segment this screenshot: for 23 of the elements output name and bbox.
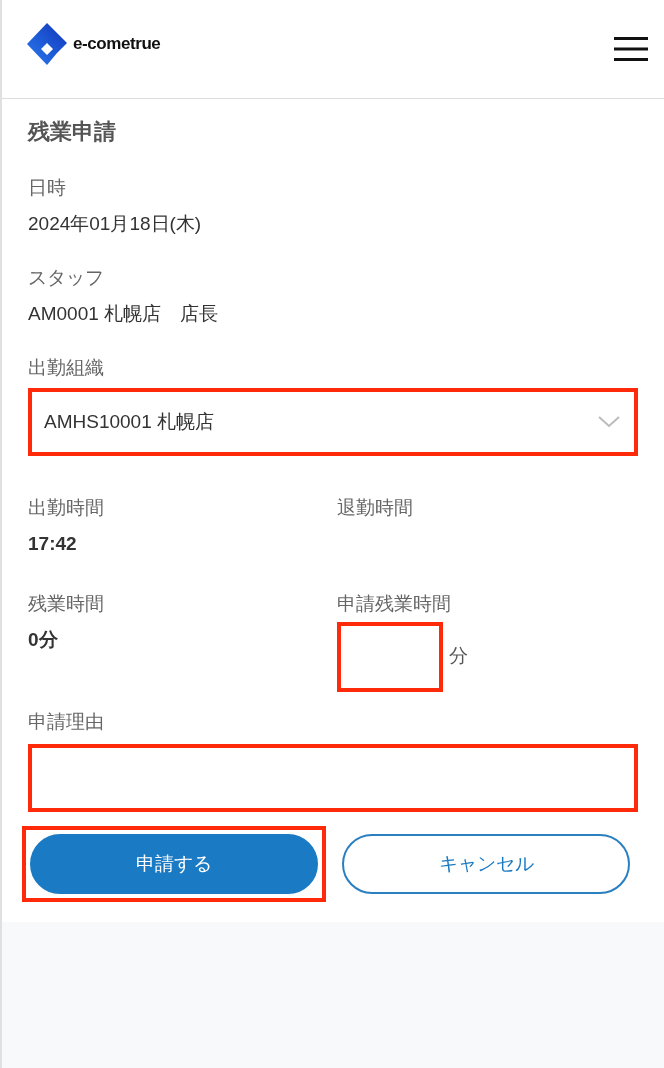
field-label: 出勤時間 [28,496,105,520]
cancel-button[interactable]: キャンセル [342,834,630,894]
field-value: 17:42 [28,532,78,556]
field-label: 残業時間 [28,592,105,616]
field-value: 0分 [28,628,59,652]
field-label: 出勤組織 [28,356,105,380]
field-label: スタッフ [28,266,105,290]
field-value: 2024年01月18日(木) [28,212,203,236]
field-label: 退勤時間 [337,496,414,520]
field-label: 申請理由 [28,710,105,734]
select-field[interactable]: AMHS10001 札幌店 [28,388,638,456]
menu-icon[interactable] [614,36,648,62]
unit-label: 分 [449,643,468,668]
logo-icon [27,23,67,65]
field-label: 申請残業時間 [337,592,452,616]
logo-text: e-cometrue [73,33,161,56]
reason-input[interactable] [28,744,638,812]
field-value: AM0001 札幌店 店長 [28,302,220,326]
page-title: 残業申請 [28,118,117,146]
field-label: 日時 [28,176,67,200]
chevron-down-icon [598,416,620,428]
minutes-input[interactable] [337,622,443,692]
submit-button[interactable]: 申請する [30,834,318,894]
